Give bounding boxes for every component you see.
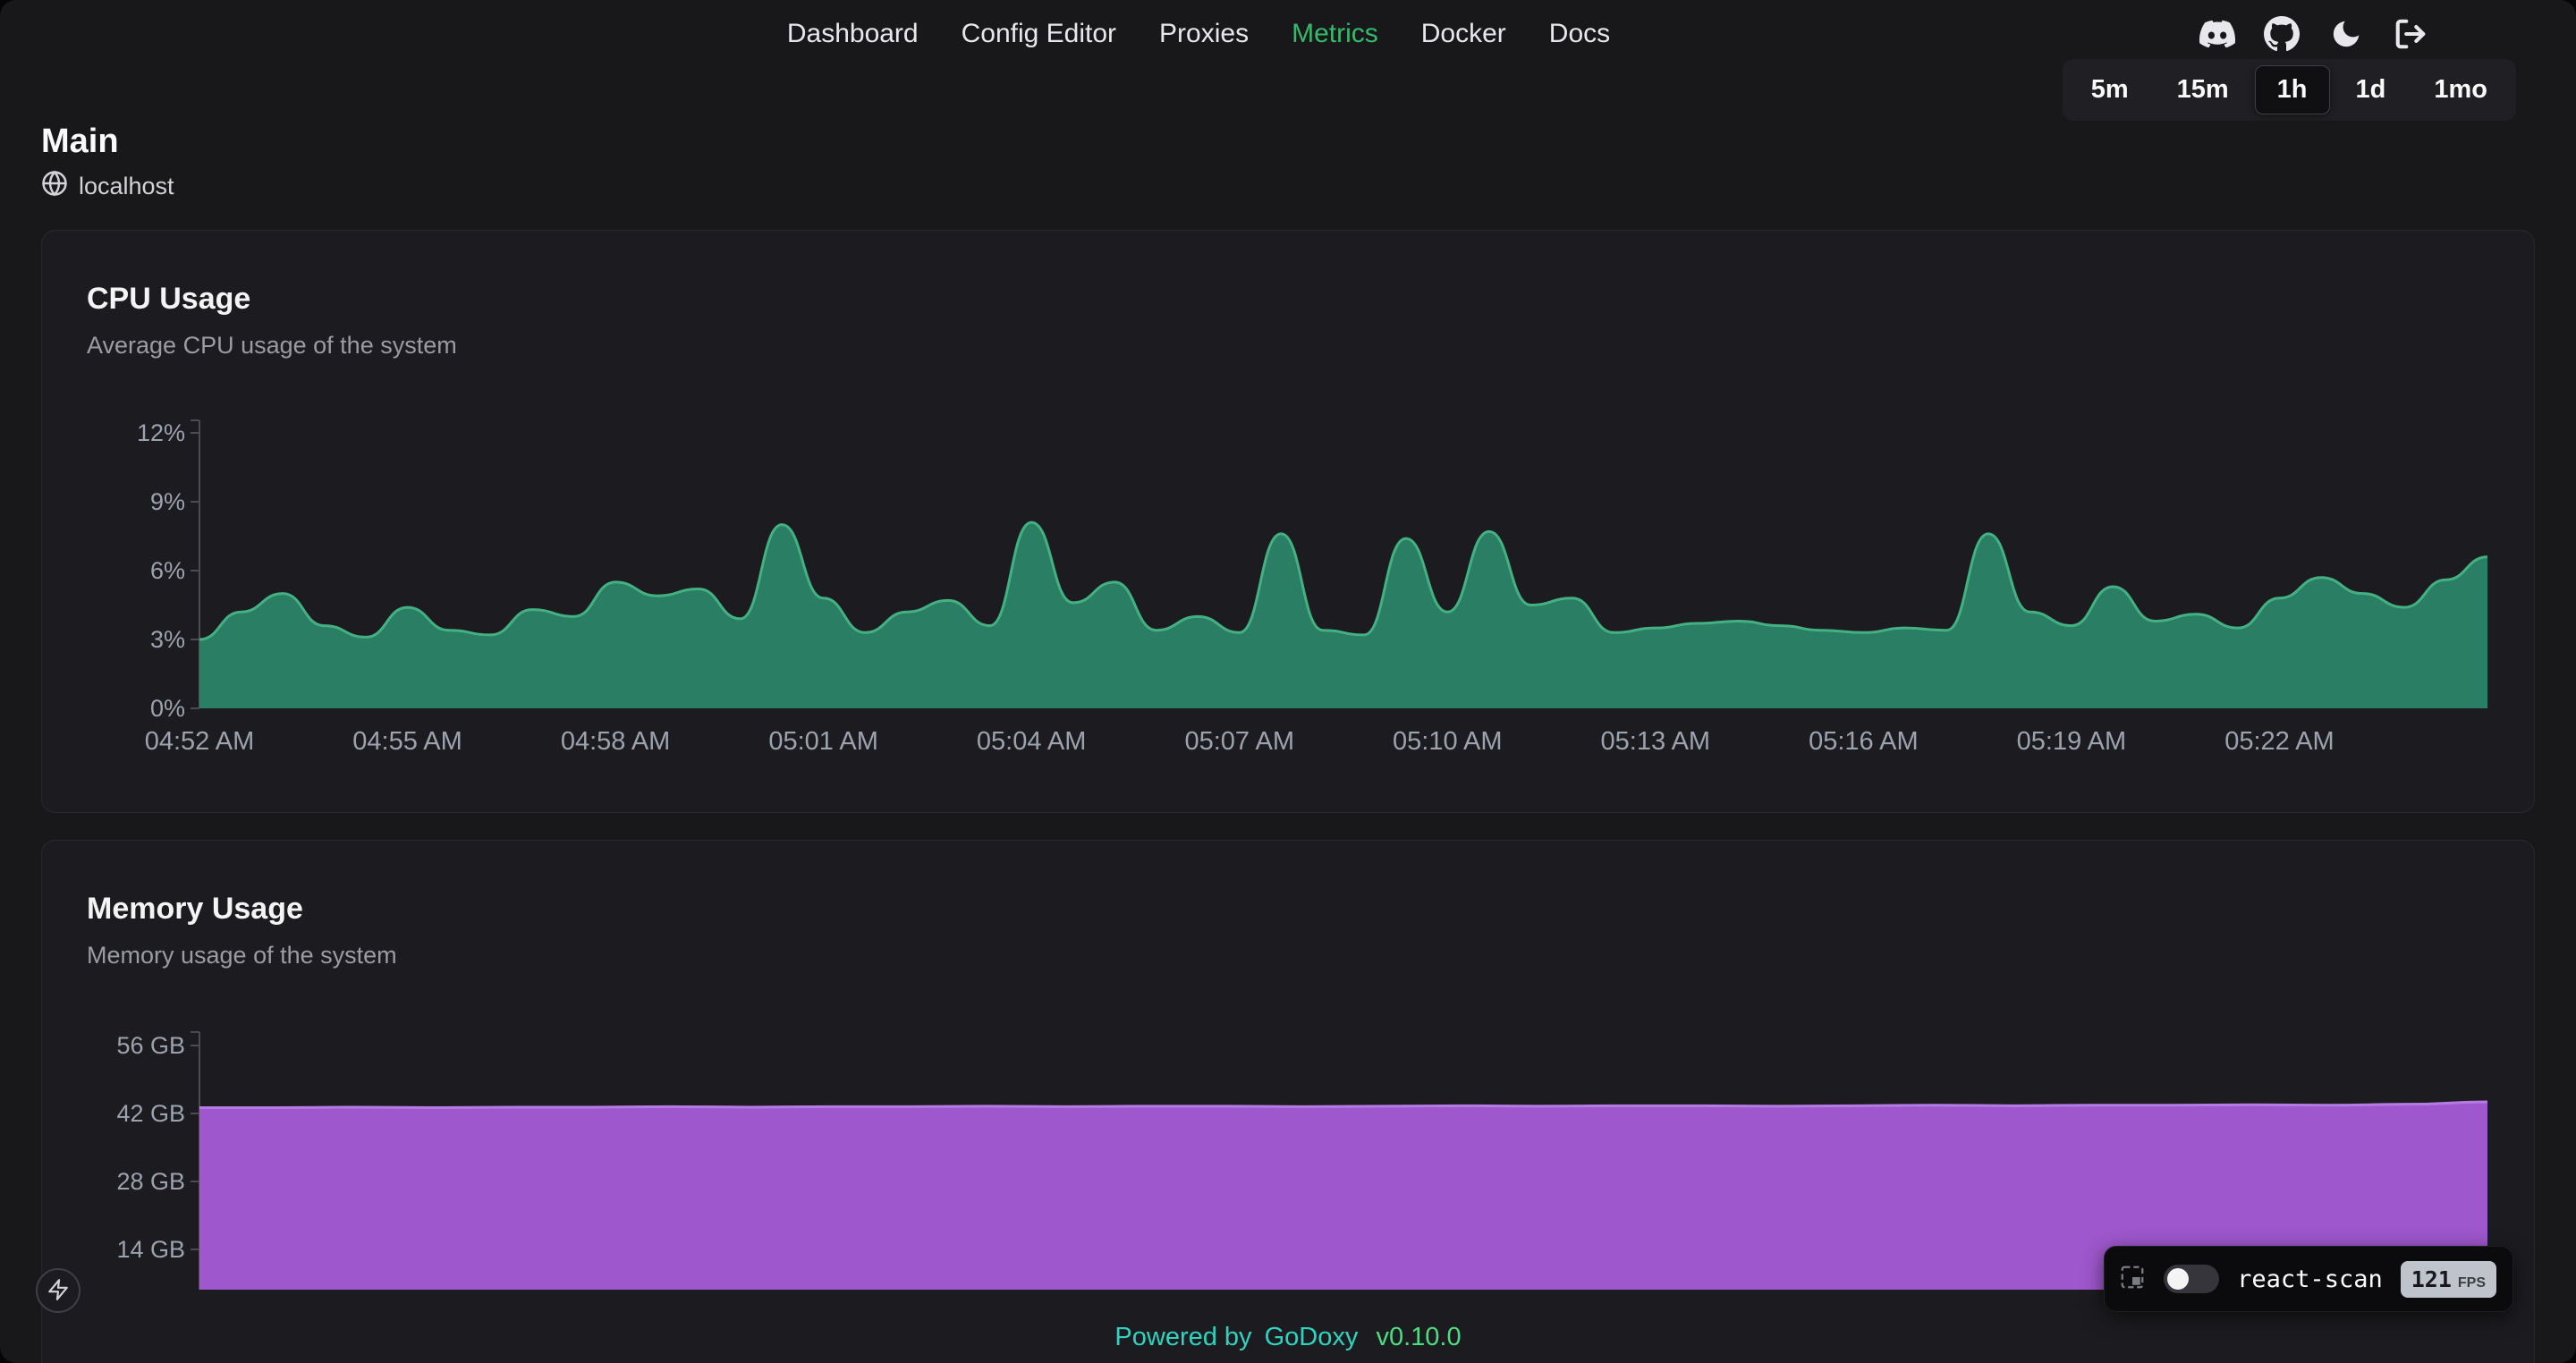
godoxy-link[interactable]: GoDoxy: [1265, 1323, 1359, 1351]
logout-icon[interactable]: [2393, 16, 2428, 52]
svg-text:56 GB: 56 GB: [116, 1032, 185, 1059]
nav-item-config-editor[interactable]: Config Editor: [962, 19, 1116, 49]
inspect-icon[interactable]: [2119, 1264, 2146, 1295]
quick-actions-button[interactable]: [36, 1268, 80, 1313]
globe-icon: [41, 170, 68, 203]
nav-item-proxies[interactable]: Proxies: [1159, 19, 1249, 49]
host-row: localhost: [41, 170, 2535, 203]
svg-text:42 GB: 42 GB: [116, 1100, 185, 1127]
time-range-selector: 5m 15m 1h 1d 1mo: [2063, 59, 2516, 121]
svg-text:6%: 6%: [150, 557, 185, 584]
toggle-knob: [2167, 1268, 2189, 1290]
page-title: Main: [41, 122, 2535, 161]
app-window: Dashboard Config Editor Proxies Metrics …: [0, 0, 2576, 1363]
main-nav: Dashboard Config Editor Proxies Metrics …: [787, 0, 1610, 68]
svg-text:04:55 AM: 04:55 AM: [352, 727, 462, 756]
cpu-usage-card: CPU Usage Average CPU usage of the syste…: [41, 230, 2535, 813]
time-range-1d[interactable]: 1d: [2334, 65, 2409, 114]
host-label: localhost: [79, 173, 174, 200]
svg-text:9%: 9%: [150, 488, 185, 515]
version-label: v0.10.0: [1376, 1323, 1461, 1351]
memory-usage-subtitle: Memory usage of the system: [87, 941, 2534, 969]
cpu-usage-subtitle: Average CPU usage of the system: [87, 331, 2534, 360]
zap-icon: [47, 1278, 70, 1304]
github-icon[interactable]: [2264, 16, 2300, 52]
svg-text:05:10 AM: 05:10 AM: [1393, 727, 1503, 756]
time-range-5m[interactable]: 5m: [2069, 65, 2151, 114]
time-range-1h[interactable]: 1h: [2255, 65, 2330, 114]
react-scan-widget: react-scan 121 FPS: [2104, 1246, 2513, 1312]
nav-icon-group: [2199, 0, 2428, 68]
nav-item-docs[interactable]: Docs: [1549, 19, 1610, 49]
svg-text:28 GB: 28 GB: [116, 1168, 185, 1195]
svg-text:12%: 12%: [137, 419, 185, 446]
memory-usage-title: Memory Usage: [87, 891, 2534, 927]
svg-text:05:07 AM: 05:07 AM: [1184, 727, 1294, 756]
svg-text:05:22 AM: 05:22 AM: [2224, 727, 2334, 756]
svg-text:04:52 AM: 04:52 AM: [145, 727, 255, 756]
svg-text:14 GB: 14 GB: [116, 1236, 185, 1263]
fps-badge: 121 FPS: [2401, 1261, 2496, 1298]
svg-text:0%: 0%: [150, 695, 185, 722]
svg-text:05:19 AM: 05:19 AM: [2017, 727, 2127, 756]
discord-icon[interactable]: [2199, 16, 2235, 52]
time-range-1mo[interactable]: 1mo: [2411, 65, 2510, 114]
svg-text:3%: 3%: [150, 626, 185, 653]
fps-value: 121: [2411, 1266, 2452, 1292]
svg-text:05:01 AM: 05:01 AM: [768, 727, 878, 756]
time-range-15m[interactable]: 15m: [2155, 65, 2251, 114]
svg-text:05:16 AM: 05:16 AM: [1809, 727, 1919, 756]
cpu-usage-title: CPU Usage: [87, 281, 2534, 317]
svg-text:05:04 AM: 05:04 AM: [977, 727, 1087, 756]
powered-by-text: Powered by: [1114, 1323, 1251, 1351]
footer: Powered by GoDoxy v0.10.0: [0, 1323, 2576, 1352]
theme-moon-icon[interactable]: [2328, 16, 2364, 52]
svg-text:04:58 AM: 04:58 AM: [561, 727, 671, 756]
react-scan-label: react-scan: [2237, 1266, 2383, 1293]
nav-item-docker[interactable]: Docker: [1421, 19, 1506, 49]
nav-item-dashboard[interactable]: Dashboard: [787, 19, 919, 49]
nav-item-metrics[interactable]: Metrics: [1292, 19, 1378, 49]
svg-text:05:13 AM: 05:13 AM: [1601, 727, 1711, 756]
react-scan-toggle[interactable]: [2164, 1265, 2219, 1293]
fps-unit: FPS: [2458, 1275, 2486, 1291]
cpu-usage-chart[interactable]: 0% 3% 6% 9% 12% 04:52 AM 04:55 AM 04:58 AM 05:01…: [42, 406, 2535, 773]
top-navigation-bar: Dashboard Config Editor Proxies Metrics …: [0, 0, 2576, 68]
